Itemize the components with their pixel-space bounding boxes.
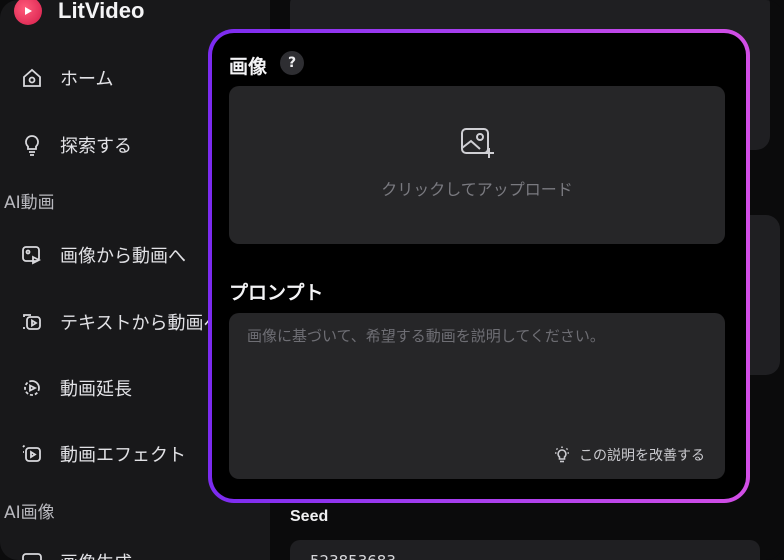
seed-label: Seed bbox=[290, 508, 329, 525]
sidebar-item-image-generate[interactable]: 画像生成 bbox=[20, 544, 132, 560]
brand-name: LitVideo bbox=[58, 0, 145, 23]
brand[interactable]: LitVideo bbox=[14, 0, 144, 28]
sidebar-item-label: テキストから動画へ bbox=[60, 313, 222, 334]
sidebar-item-label: 動画延長 bbox=[60, 379, 132, 400]
upload-hint: クリックしてアップロード bbox=[381, 180, 573, 199]
sidebar-item-home[interactable]: ホーム bbox=[20, 60, 113, 96]
image-section-title: 画像 bbox=[229, 56, 268, 78]
image-upload-icon bbox=[461, 128, 494, 158]
image-upload-dropzone[interactable]: クリックしてアップロード bbox=[229, 86, 725, 244]
sidebar-item-explore[interactable]: 探索する bbox=[20, 127, 132, 163]
app-window: LitVideo ホーム 探索する AI動画 画像から動画へ テキストから動画へ… bbox=[0, 0, 784, 560]
sidebar-item-video-extend[interactable]: 動画延長 bbox=[20, 370, 132, 406]
sidebar-item-image-to-video[interactable]: 画像から動画へ bbox=[20, 237, 186, 273]
prompt-textarea[interactable]: 画像に基づいて、希望する動画を説明してください。 この説明を改善する bbox=[229, 313, 725, 479]
image-to-video-icon bbox=[20, 243, 44, 267]
lightbulb-icon bbox=[20, 133, 44, 157]
help-icon[interactable]: ? bbox=[280, 51, 304, 75]
video-effect-icon bbox=[20, 442, 44, 466]
sidebar-section-ai-video: AI動画 bbox=[4, 193, 55, 213]
sidebar-section-ai-image: AI画像 bbox=[4, 503, 55, 523]
sidebar-item-label: 探索する bbox=[60, 136, 132, 157]
litvideo-logo-icon bbox=[14, 0, 42, 25]
video-extend-icon bbox=[20, 376, 44, 400]
sidebar-item-video-effect[interactable]: 動画エフェクト bbox=[20, 436, 186, 472]
improve-description-label: この説明を改善する bbox=[579, 448, 705, 464]
text-to-video-icon bbox=[20, 310, 44, 334]
seed-value: 523853683 bbox=[310, 552, 396, 560]
highlight-border: 画像 ? クリックしてアップロード プロンプト 画像に基づいて、希望する動画を説… bbox=[208, 29, 750, 503]
home-icon bbox=[20, 66, 44, 90]
sidebar-item-label: 画像生成 bbox=[60, 549, 132, 560]
sidebar-item-text-to-video[interactable]: テキストから動画へ bbox=[20, 304, 221, 340]
seed-input[interactable]: 523853683 bbox=[290, 540, 760, 560]
image-generate-icon bbox=[20, 550, 44, 560]
sidebar-item-label: 動画エフェクト bbox=[60, 445, 186, 466]
prompt-section-title: プロンプト bbox=[229, 282, 324, 304]
sidebar-item-label: ホーム bbox=[60, 69, 114, 90]
sparkle-bulb-icon bbox=[555, 446, 569, 463]
improve-description-button[interactable]: この説明を改善する bbox=[553, 445, 705, 465]
prompt-placeholder: 画像に基づいて、希望する動画を説明してください。 bbox=[247, 327, 605, 345]
image-prompt-panel: 画像 ? クリックしてアップロード プロンプト 画像に基づいて、希望する動画を説… bbox=[212, 33, 746, 499]
sidebar-item-label: 画像から動画へ bbox=[60, 246, 186, 267]
